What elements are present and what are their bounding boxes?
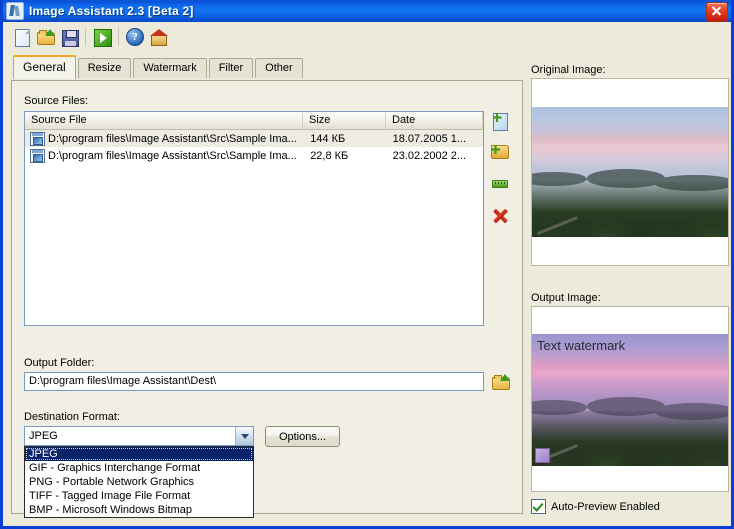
run-button[interactable] <box>90 26 114 48</box>
add-folder-button[interactable] <box>489 141 511 163</box>
toolbar-separator-2 <box>118 28 119 46</box>
original-photo <box>532 107 728 237</box>
list-header: Source File Size Date <box>25 112 483 130</box>
cell-date: 23.02.2002 2... <box>392 149 467 162</box>
tab-other[interactable]: Other <box>255 58 303 78</box>
watermark-text: Text watermark <box>537 338 626 353</box>
auto-preview-row[interactable]: Auto-Preview Enabled <box>531 499 660 514</box>
dropdown-option-png[interactable]: PNG - Portable Network Graphics <box>25 475 253 489</box>
window-controls <box>706 2 728 22</box>
output-image-preview: Text watermark <box>531 306 729 492</box>
title-bar: Image Assistant 2.3 [Beta 2] <box>3 0 731 22</box>
new-document-icon <box>13 28 30 47</box>
tab-general[interactable]: General <box>13 55 76 79</box>
destination-format-label: Destination Format: <box>24 411 120 423</box>
save-button[interactable] <box>57 26 81 48</box>
table-row[interactable]: D:\program files\Image Assistant\Src\Sam… <box>25 147 483 164</box>
cell-source-file: D:\program files\Image Assistant\Src\Sam… <box>48 149 297 162</box>
table-row[interactable]: D:\program files\Image Assistant\Src\Sam… <box>25 130 483 147</box>
window-title: Image Assistant 2.3 [Beta 2] <box>29 4 194 18</box>
output-photo: Text watermark <box>532 334 728 466</box>
image-file-icon <box>30 148 45 163</box>
tab-resize[interactable]: Resize <box>77 58 132 78</box>
app-icon <box>6 2 24 20</box>
general-tab-panel: Source Files: Source File Size Date D:\p… <box>11 80 523 518</box>
cell-source-file: D:\program files\Image Assistant\Src\Sam… <box>48 132 297 145</box>
cell-size: 22,8 КБ <box>310 149 349 162</box>
run-play-icon <box>93 28 112 47</box>
column-size[interactable]: Size <box>303 112 386 129</box>
options-button[interactable]: Options... <box>265 426 340 447</box>
tab-strip: General Resize Watermark Filter Other <box>3 55 305 79</box>
browse-folder-button[interactable] <box>489 371 511 393</box>
dropdown-option-bmp[interactable]: BMP - Microsoft Windows Bitmap <box>25 503 253 517</box>
destination-format-combo[interactable]: JPEG <box>24 426 254 446</box>
list-action-buttons <box>489 111 511 227</box>
help-button[interactable]: ? <box>123 26 147 48</box>
auto-preview-checkbox[interactable] <box>531 499 546 514</box>
toolbar-separator-1 <box>85 28 86 46</box>
column-date[interactable]: Date <box>386 112 483 129</box>
output-folder-label: Output Folder: <box>24 357 95 369</box>
add-folder-icon <box>491 145 509 159</box>
watermark-badge-icon <box>535 448 550 463</box>
open-folder-icon <box>36 28 55 46</box>
destination-format-value: JPEG <box>29 430 58 442</box>
dropdown-option-gif[interactable]: GIF - Graphics Interchange Format <box>25 461 253 475</box>
destination-format-dropdown[interactable]: JPEG GIF - Graphics Interchange Format P… <box>24 446 254 518</box>
auto-preview-label: Auto-Preview Enabled <box>551 500 660 513</box>
new-button[interactable] <box>9 26 33 48</box>
home-icon <box>149 28 168 46</box>
output-image-label: Output Image: <box>531 292 601 304</box>
home-button[interactable] <box>147 26 171 48</box>
output-folder-input[interactable]: D:\program files\Image Assistant\Dest\ <box>24 372 484 391</box>
close-button[interactable] <box>706 2 728 22</box>
browse-folder-icon <box>491 373 510 391</box>
cell-date: 18.07.2005 1... <box>392 132 467 145</box>
application-window: Image Assistant 2.3 [Beta 2] ? General R… <box>0 0 734 529</box>
column-source-file[interactable]: Source File <box>25 112 303 129</box>
dropdown-option-tiff[interactable]: TIFF - Tagged Image File Format <box>25 489 253 503</box>
tab-watermark[interactable]: Watermark <box>133 58 207 78</box>
source-files-label: Source Files: <box>24 95 89 107</box>
add-file-button[interactable] <box>489 111 511 133</box>
chevron-down-icon[interactable] <box>235 427 253 445</box>
cell-size: 144 КБ <box>310 132 346 145</box>
help-question-icon: ? <box>126 28 144 46</box>
toolbar: ? <box>3 22 731 51</box>
save-floppy-icon <box>61 29 79 47</box>
open-button[interactable] <box>33 26 57 48</box>
image-file-icon <box>30 131 45 146</box>
remove-button[interactable] <box>489 205 511 227</box>
green-bar-icon <box>492 180 508 188</box>
red-x-icon <box>492 208 508 224</box>
properties-button[interactable] <box>489 173 511 195</box>
original-image-preview <box>531 78 729 266</box>
source-files-list[interactable]: Source File Size Date D:\program files\I… <box>24 111 484 326</box>
original-image-label: Original Image: <box>531 64 606 76</box>
add-file-icon <box>492 113 508 131</box>
tab-filter[interactable]: Filter <box>208 58 254 78</box>
dropdown-option-jpeg[interactable]: JPEG <box>25 447 253 461</box>
